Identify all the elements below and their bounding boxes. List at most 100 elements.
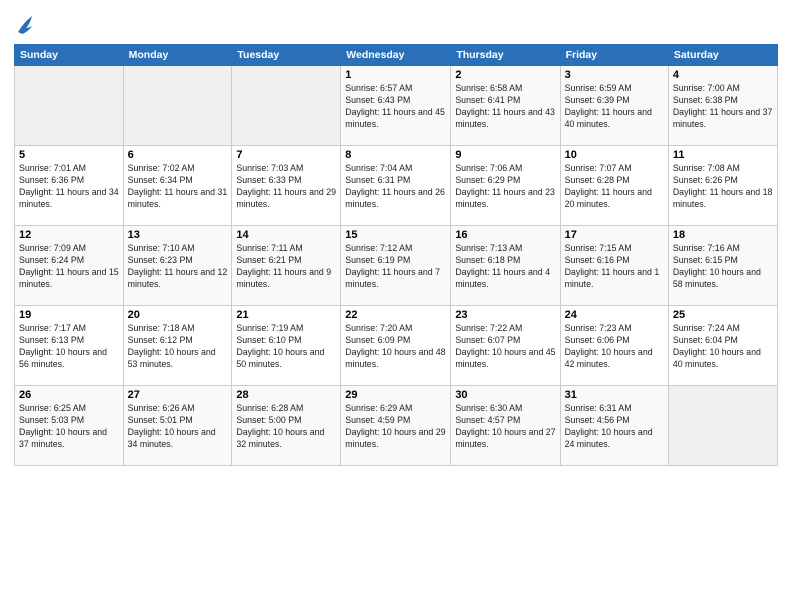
day-number: 20 [128,309,228,321]
day-info: Sunrise: 7:17 AM Sunset: 6:13 PM Dayligh… [19,323,119,371]
day-info: Sunrise: 7:09 AM Sunset: 6:24 PM Dayligh… [19,243,119,291]
calendar-cell: 21 Sunrise: 7:19 AM Sunset: 6:10 PM Dayli… [232,306,341,386]
day-info: Sunrise: 7:12 AM Sunset: 6:19 PM Dayligh… [345,243,446,291]
day-info: Sunrise: 7:01 AM Sunset: 6:36 PM Dayligh… [19,163,119,211]
calendar-cell: 27 Sunrise: 6:26 AM Sunset: 5:01 PM Dayli… [123,386,232,466]
calendar-cell: 10 Sunrise: 7:07 AM Sunset: 6:28 PM Dayli… [560,146,668,226]
calendar-cell: 22 Sunrise: 7:20 AM Sunset: 6:09 PM Dayli… [341,306,451,386]
day-number: 1 [345,69,446,81]
day-number: 22 [345,309,446,321]
day-info: Sunrise: 7:15 AM Sunset: 6:16 PM Dayligh… [565,243,664,291]
calendar-table: SundayMondayTuesdayWednesdayThursdayFrid… [14,44,778,466]
calendar-cell: 18Sunrise: 7:16 AM Sunset: 6:15 PM Dayli… [668,226,777,306]
col-header-monday: Monday [123,45,232,66]
day-info: Sunrise: 6:58 AM Sunset: 6:41 PM Dayligh… [455,83,555,131]
day-number: 27 [128,389,228,401]
day-number: 12 [19,229,119,241]
calendar-cell: 30Sunrise: 6:30 AM Sunset: 4:57 PM Dayli… [451,386,560,466]
calendar-cell: 6 Sunrise: 7:02 AM Sunset: 6:34 PM Daylig… [123,146,232,226]
calendar-cell: 25Sunrise: 7:24 AM Sunset: 6:04 PM Dayli… [668,306,777,386]
calendar-cell: 19 Sunrise: 7:17 AM Sunset: 6:13 PM Dayli… [15,306,124,386]
day-number: 7 [236,149,336,161]
day-info: Sunrise: 6:28 AM Sunset: 5:00 PM Dayligh… [236,403,336,451]
day-info: Sunrise: 7:20 AM Sunset: 6:09 PM Dayligh… [345,323,446,371]
calendar-cell: 7 Sunrise: 7:03 AM Sunset: 6:33 PM Daylig… [232,146,341,226]
day-info: Sunrise: 7:02 AM Sunset: 6:34 PM Dayligh… [128,163,228,211]
day-info: Sunrise: 7:08 AM Sunset: 6:26 PM Dayligh… [673,163,773,211]
day-info: Sunrise: 7:07 AM Sunset: 6:28 PM Dayligh… [565,163,664,211]
day-number: 3 [565,69,664,81]
day-number: 25 [673,309,773,321]
day-info: Sunrise: 6:57 AM Sunset: 6:43 PM Dayligh… [345,83,446,131]
calendar-cell: 8Sunrise: 7:04 AM Sunset: 6:31 PM Daylig… [341,146,451,226]
calendar-cell: 4 Sunrise: 7:00 AM Sunset: 6:38 PM Daylig… [668,66,777,146]
calendar-cell [232,66,341,146]
day-number: 5 [19,149,119,161]
day-info: Sunrise: 7:19 AM Sunset: 6:10 PM Dayligh… [236,323,336,371]
day-number: 26 [19,389,119,401]
day-info: Sunrise: 7:10 AM Sunset: 6:23 PM Dayligh… [128,243,228,291]
day-number: 6 [128,149,228,161]
day-info: Sunrise: 7:18 AM Sunset: 6:12 PM Dayligh… [128,323,228,371]
col-header-sunday: Sunday [15,45,124,66]
day-number: 14 [236,229,336,241]
calendar-cell: 13Sunrise: 7:10 AM Sunset: 6:23 PM Dayli… [123,226,232,306]
day-info: Sunrise: 6:26 AM Sunset: 5:01 PM Dayligh… [128,403,228,451]
day-info: Sunrise: 7:06 AM Sunset: 6:29 PM Dayligh… [455,163,555,211]
day-info: Sunrise: 6:31 AM Sunset: 4:56 PM Dayligh… [565,403,664,451]
day-info: Sunrise: 6:25 AM Sunset: 5:03 PM Dayligh… [19,403,119,451]
day-number: 9 [455,149,555,161]
calendar-cell: 3Sunrise: 6:59 AM Sunset: 6:39 PM Daylig… [560,66,668,146]
day-info: Sunrise: 7:16 AM Sunset: 6:15 PM Dayligh… [673,243,773,291]
calendar-cell: 9 Sunrise: 7:06 AM Sunset: 6:29 PM Daylig… [451,146,560,226]
calendar-cell: 1 Sunrise: 6:57 AM Sunset: 6:43 PM Daylig… [341,66,451,146]
week-row-1: 1 Sunrise: 6:57 AM Sunset: 6:43 PM Daylig… [15,66,778,146]
col-header-tuesday: Tuesday [232,45,341,66]
calendar-cell: 31 Sunrise: 6:31 AM Sunset: 4:56 PM Dayli… [560,386,668,466]
day-info: Sunrise: 7:00 AM Sunset: 6:38 PM Dayligh… [673,83,773,131]
day-info: Sunrise: 7:13 AM Sunset: 6:18 PM Dayligh… [455,243,555,291]
header-row: SundayMondayTuesdayWednesdayThursdayFrid… [15,45,778,66]
logo-bird-icon [16,14,34,36]
calendar-cell: 26 Sunrise: 6:25 AM Sunset: 5:03 PM Dayli… [15,386,124,466]
logo [14,14,34,36]
day-number: 31 [565,389,664,401]
day-number: 24 [565,309,664,321]
day-number: 11 [673,149,773,161]
calendar-cell: 23Sunrise: 7:22 AM Sunset: 6:07 PM Dayli… [451,306,560,386]
day-info: Sunrise: 7:23 AM Sunset: 6:06 PM Dayligh… [565,323,664,371]
day-number: 8 [345,149,446,161]
week-row-2: 5 Sunrise: 7:01 AM Sunset: 6:36 PM Daylig… [15,146,778,226]
day-number: 30 [455,389,555,401]
day-number: 15 [345,229,446,241]
day-number: 29 [345,389,446,401]
day-number: 10 [565,149,664,161]
calendar-cell [668,386,777,466]
day-info: Sunrise: 6:29 AM Sunset: 4:59 PM Dayligh… [345,403,446,451]
calendar-page: SundayMondayTuesdayWednesdayThursdayFrid… [0,0,792,612]
day-number: 28 [236,389,336,401]
day-number: 23 [455,309,555,321]
calendar-cell: 28 Sunrise: 6:28 AM Sunset: 5:00 PM Dayli… [232,386,341,466]
calendar-cell: 5 Sunrise: 7:01 AM Sunset: 6:36 PM Daylig… [15,146,124,226]
calendar-cell: 2Sunrise: 6:58 AM Sunset: 6:41 PM Daylig… [451,66,560,146]
col-header-friday: Friday [560,45,668,66]
day-number: 19 [19,309,119,321]
col-header-saturday: Saturday [668,45,777,66]
week-row-4: 19 Sunrise: 7:17 AM Sunset: 6:13 PM Dayli… [15,306,778,386]
calendar-cell: 17 Sunrise: 7:15 AM Sunset: 6:16 PM Dayli… [560,226,668,306]
day-number: 21 [236,309,336,321]
day-info: Sunrise: 7:11 AM Sunset: 6:21 PM Dayligh… [236,243,336,291]
calendar-cell [15,66,124,146]
calendar-cell: 29 Sunrise: 6:29 AM Sunset: 4:59 PM Dayli… [341,386,451,466]
calendar-cell: 15 Sunrise: 7:12 AM Sunset: 6:19 PM Dayli… [341,226,451,306]
day-number: 16 [455,229,555,241]
calendar-cell: 12 Sunrise: 7:09 AM Sunset: 6:24 PM Dayli… [15,226,124,306]
day-info: Sunrise: 7:03 AM Sunset: 6:33 PM Dayligh… [236,163,336,211]
header [14,10,778,36]
calendar-cell [123,66,232,146]
day-number: 4 [673,69,773,81]
week-row-3: 12 Sunrise: 7:09 AM Sunset: 6:24 PM Dayli… [15,226,778,306]
col-header-wednesday: Wednesday [341,45,451,66]
day-number: 17 [565,229,664,241]
